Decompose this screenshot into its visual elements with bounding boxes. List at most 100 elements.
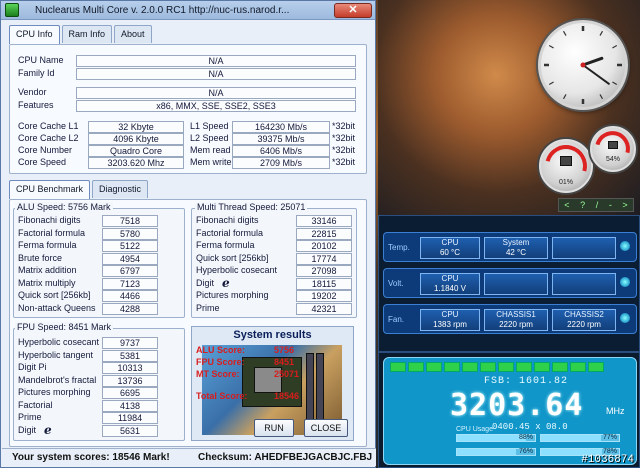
bench-row-label: Hyperbolic cosecant	[18, 337, 100, 347]
cpu-core-usage-bar: 77%	[540, 434, 620, 442]
gadget-control-strip: < ? / - >	[558, 198, 634, 212]
mem-read-label: Mem read	[190, 145, 231, 155]
strip-prev-button[interactable]: <	[564, 200, 569, 210]
memory-meter-gadget[interactable]: 54%	[588, 124, 638, 174]
strip-resize-button[interactable]: /	[596, 200, 599, 210]
strip-next-button[interactable]: >	[622, 200, 627, 210]
strip-help-button[interactable]: ?	[580, 200, 585, 210]
bench-row-value: 5122	[102, 240, 158, 252]
cpu-core-usage-fill	[541, 435, 602, 441]
bench-row-label: Prime	[196, 302, 220, 313]
temp-system-title: System	[502, 238, 530, 247]
frequency-panel: FSB: 1601.82 3203.64 MHz 0400.45 x 08.0 …	[378, 352, 640, 468]
cpu-frequency-readout: 3203.64	[450, 388, 584, 423]
benchmark-tab-strip: CPU Benchmark Diagnostic	[9, 180, 149, 199]
bench-row-label: Quick sort [256kb]	[196, 252, 269, 263]
core-cache-l1-value: 32 Kbyte	[88, 121, 184, 133]
bench-row-value: 6797	[102, 265, 158, 277]
temp-cpu-cell: CPU 60 °C	[420, 237, 480, 259]
bench-row-value: 10313	[102, 362, 158, 374]
title-bar[interactable]: Nuclearus Multi Core v. 2.0.0 RC1 http:/…	[1, 1, 375, 20]
bench-row-label: Prime	[18, 412, 42, 422]
bench-row-value: 5631	[102, 424, 158, 437]
bench-row-label: Digit Pi	[18, 362, 47, 372]
fpu-score-value: 8451	[274, 357, 295, 367]
vendor-label: Vendor	[18, 87, 47, 97]
alu-score-value: 5756	[274, 345, 295, 355]
l2-speed-unit: *32bit	[332, 133, 356, 143]
volt-cpu-value: 1.1840 V	[433, 284, 467, 293]
system-score-summary: Your system scores: 18546 Mark!	[12, 452, 170, 463]
tab-cpu-info[interactable]: CPU Info	[9, 25, 60, 44]
core-cache-l1-label: Core Cache L1	[18, 121, 79, 131]
cpu-meter-gadget[interactable]: 01%	[537, 137, 595, 195]
strip-minimize-button[interactable]: -	[609, 200, 612, 210]
core-speed-label: Core Speed	[18, 157, 67, 167]
tab-ram-info[interactable]: Ram Info	[61, 25, 113, 43]
status-led-icon	[620, 277, 630, 287]
clock-tick	[599, 94, 604, 100]
bench-row-label: Non-attack Queens	[18, 302, 96, 313]
main-tab-strip: CPU Info Ram Info About	[9, 25, 152, 44]
fan-chassis1-cell: CHASSIS1 2220 rpm	[484, 309, 548, 331]
temp-label: Temp.	[388, 243, 410, 252]
app-icon	[5, 3, 19, 17]
clock-tick	[548, 81, 554, 86]
vendor-value: N/A	[76, 87, 356, 99]
window-close-button[interactable]: ✕	[334, 3, 372, 18]
euler-e-symbol: e	[44, 422, 52, 437]
bench-row-label: Factorial formula	[18, 227, 86, 238]
close-button[interactable]: CLOSE	[304, 419, 348, 437]
watermark: #1036874	[581, 454, 634, 466]
clock-hour-hand	[581, 56, 604, 67]
system-results-panel: System results ALU Score: 5756 FPU Score…	[191, 326, 354, 441]
temp-system-cell: System 42 °C	[484, 237, 548, 259]
bench-row-label: Brute force	[18, 252, 63, 263]
volt-cpu-cell: CPU 1.1840 V	[420, 273, 480, 295]
cpu-core-usage-fill	[457, 449, 517, 455]
tab-cpu-benchmark[interactable]: CPU Benchmark	[9, 180, 91, 199]
bench-row-label: Quick sort [256kb]	[18, 290, 91, 300]
mem-write-label: Mem write	[190, 157, 232, 167]
volt-empty-cell-2	[552, 273, 616, 295]
total-score-label: Total Score:	[196, 391, 248, 401]
bench-row-value: 6695	[102, 387, 158, 399]
bench-row-label: Fibonachi digits	[18, 215, 81, 225]
bench-row-value: 19202	[296, 290, 352, 302]
bench-row-label: Factorial	[18, 399, 53, 410]
status-bar: Your system scores: 18546 Mark! Checksum…	[2, 448, 376, 466]
bench-row-label: Pictures morphing	[18, 387, 91, 397]
l1-speed-label: L1 Speed	[190, 121, 229, 131]
bench-row-value: 42321	[296, 302, 352, 315]
l1-speed-unit: *32bit	[332, 121, 356, 131]
fan-row: Fan. CPU 1383 rpm CHASSIS1 2220 rpm CHAS…	[383, 304, 637, 334]
mem-write-value: 2709 Mb/s	[232, 157, 330, 169]
core-number-label: Core Number	[18, 145, 73, 155]
bench-row-label: Matrix addition	[18, 265, 77, 275]
bench-row-value: 18115	[296, 277, 352, 290]
temp-cpu-title: CPU	[441, 238, 459, 247]
core-number-value: Quadro Core	[88, 145, 184, 157]
l1-speed-value: 164230 Mb/s	[232, 121, 330, 133]
fsb-readout: FSB: 1601.82	[484, 376, 569, 387]
tab-about[interactable]: About	[114, 25, 152, 43]
clock-tick	[612, 81, 618, 86]
cpu-core-usage-value: 77%	[602, 434, 617, 441]
bench-row-value: 9737	[102, 337, 158, 349]
bench-row-label: Mandelbrot's fractal	[18, 374, 97, 385]
bench-row-value: 4466	[102, 290, 158, 302]
run-button[interactable]: RUN	[254, 419, 294, 437]
memory-meter-value: 54%	[605, 156, 620, 163]
fan-cpu-title: CPU	[441, 310, 459, 319]
tab-diagnostic[interactable]: Diagnostic	[92, 180, 149, 198]
core-cache-l2-value: 4096 Kbyte	[88, 133, 184, 145]
load-indicator-bars	[390, 362, 604, 372]
mt-score-value: 25071	[274, 369, 300, 379]
bench-row-value: 17774	[296, 252, 352, 265]
alu-speed-title: ALU Speed: 5756 Mark	[15, 202, 113, 212]
temperature-row: Temp. CPU 60 °C System 42 °C	[383, 232, 637, 262]
bench-row-value: 5780	[102, 227, 158, 240]
multi-thread-group: Fibonachi digits 33146 Factorial formula 22…	[191, 208, 357, 318]
clock-tick	[562, 94, 567, 100]
clock-gadget[interactable]	[538, 20, 628, 110]
